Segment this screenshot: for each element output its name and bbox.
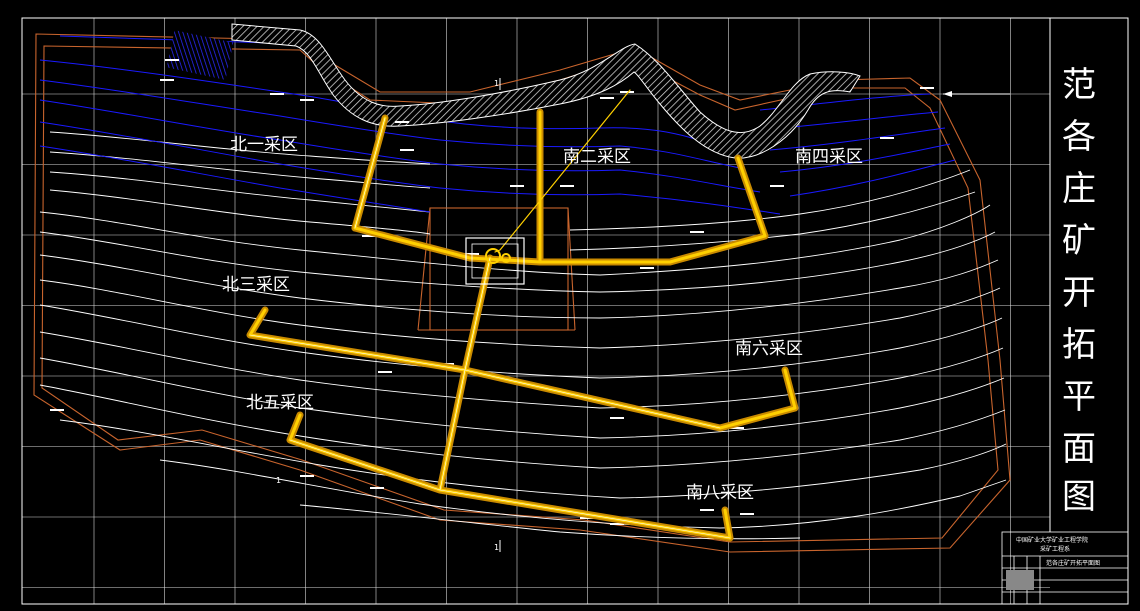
section-marks: 1 1 1 <box>276 78 1010 552</box>
title-block-department: 采矿工程系 <box>1040 545 1070 553</box>
drawing-frame <box>21 17 1129 605</box>
title-char: 矿 <box>1062 221 1096 261</box>
title-char: 平 <box>1062 377 1096 417</box>
section-mark-bottom: 1 <box>494 543 499 552</box>
zone-label-nan6: 南六采区 <box>735 339 803 359</box>
blue-hatch-patch <box>166 30 234 80</box>
zone-label-bei5: 北五采区 <box>246 393 314 413</box>
title-block: 中国矿业大学矿业工程学院 采矿工程系 范各庄矿开拓平面图 <box>1001 531 1129 605</box>
mine-development-plan: 1 1 1 北一采区 南二采区 南四采区 北三采区 南六采区 北五采区 南八采区… <box>21 17 1129 605</box>
title-char: 图 <box>1062 477 1096 517</box>
roadway-bei5-main <box>286 411 734 542</box>
title-char: 开 <box>1062 273 1096 313</box>
zone-label-nan8: 南八采区 <box>686 483 754 503</box>
section-mark-left: 1 <box>276 476 281 485</box>
title-char: 面 <box>1062 429 1096 469</box>
roadway-bei3-main <box>246 306 799 432</box>
drawing-title: 范 各 庄 矿 开 拓 平 面 图 <box>1049 18 1096 532</box>
field-boundary <box>33 33 1011 553</box>
title-char: 拓 <box>1062 325 1096 365</box>
elevation-tick-marks <box>50 59 934 525</box>
title-block-institution: 中国矿业大学矿业工程学院 <box>1016 536 1088 544</box>
title-char: 庄 <box>1062 169 1096 209</box>
title-char: 各 <box>1062 117 1096 157</box>
zone-label-bei1: 北一采区 <box>230 135 298 155</box>
seam-contours-white <box>39 131 1007 540</box>
zone-label-nan2: 南二采区 <box>563 147 631 167</box>
title-char: 范 <box>1062 65 1096 105</box>
title-block-drawing-name: 范各庄矿开拓平面图 <box>1046 559 1100 567</box>
section-mark-top: 1 <box>494 79 499 88</box>
zone-label-bei3: 北三采区 <box>222 275 290 295</box>
zone-label-nan4: 南四采区 <box>795 147 863 167</box>
